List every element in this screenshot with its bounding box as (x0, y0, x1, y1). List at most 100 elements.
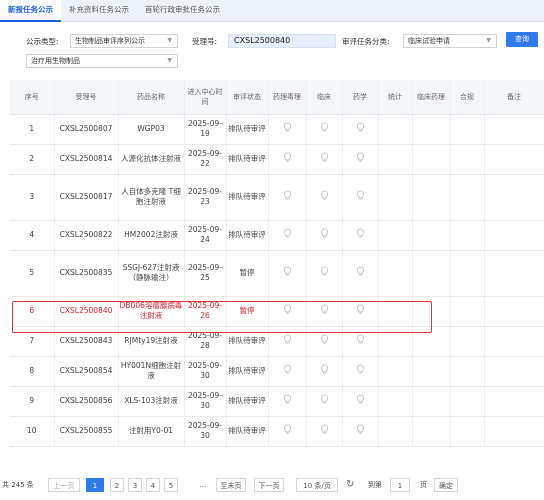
row-drug-name: HM2002注射液 (118, 220, 185, 251)
row-entry-time: 2025-09-30 (184, 386, 227, 417)
chevron-down-icon: ▼ (167, 57, 172, 64)
review-cell (342, 416, 379, 447)
lightbulb-icon[interactable] (283, 364, 292, 375)
lightbulb-icon[interactable] (320, 266, 329, 277)
lightbulb-icon[interactable] (320, 152, 329, 163)
lightbulb-icon[interactable] (356, 394, 365, 405)
page-2-button[interactable]: 2 (110, 478, 124, 492)
review-cell (268, 174, 307, 221)
goto-input[interactable]: 1 (390, 478, 410, 492)
lightbulb-icon[interactable] (356, 304, 365, 315)
row-drug-name: 人自体多克隆 T细胞注射液 (118, 174, 185, 221)
tab-first-round-tasks[interactable]: 首轮行政审批任务公示 (137, 0, 228, 22)
next-button[interactable]: 下一页 (254, 478, 284, 492)
review-cell (268, 296, 307, 327)
lightbulb-icon[interactable] (356, 228, 365, 239)
table-row[interactable]: 8 CXSL2500854 HY001N细胞注射液 2025-09-30 排队待审评 (10, 356, 544, 387)
task-select[interactable]: 临床试验申请 ▼ (403, 34, 497, 48)
empty-cell (450, 296, 485, 327)
lightbulb-icon[interactable] (320, 228, 329, 239)
lightbulb-icon[interactable] (356, 190, 365, 201)
row-status: 排队待审评 (226, 386, 269, 417)
confirm-button[interactable]: 确定 (434, 478, 458, 492)
row-no: 4 (10, 220, 55, 251)
review-cell (268, 114, 307, 145)
lightbulb-icon[interactable] (320, 122, 329, 133)
table-row[interactable]: 6 CXSL2500840 DB006溶瘤腺病毒注射液 2025-09-26 暂停 (10, 296, 544, 327)
review-cell (342, 174, 379, 221)
lightbulb-icon[interactable] (320, 394, 329, 405)
lightbulb-icon[interactable] (283, 424, 292, 435)
prev-button[interactable]: 上一页 (48, 478, 80, 492)
type-select[interactable]: 生物制品审评序列公示 ▼ (70, 34, 178, 48)
table-row[interactable]: 7 CXSL2500843 RJMty19注射液 2025-09-28 排队待审评 (10, 326, 544, 357)
lightbulb-icon[interactable] (320, 304, 329, 315)
empty-cell (378, 326, 413, 357)
empty-cell (484, 114, 544, 145)
lightbulb-icon[interactable] (283, 266, 292, 277)
lightbulb-icon[interactable] (356, 266, 365, 277)
empty-cell (484, 250, 544, 297)
table-row[interactable]: 5 CXSL2500835 SSGJ-627注射液（静脉输注） 2025-09-25 暂… (10, 250, 544, 297)
lightbulb-icon[interactable] (320, 424, 329, 435)
table-row[interactable]: 4 CXSL2500822 HM2002注射液 2025-09-24 排队待审评 (10, 220, 544, 251)
col-clinical-pharm: 临床药理 (412, 80, 451, 115)
row-accept-no: CXSL2500843 (54, 326, 119, 357)
col-pharm-tox: 药理毒理 (268, 80, 307, 115)
lightbulb-icon[interactable] (283, 304, 292, 315)
lightbulb-icon[interactable] (356, 334, 365, 345)
empty-cell (378, 114, 413, 145)
table-row[interactable]: 9 CXSL2500856 XLS-103注射液 2025-09-30 排队待审评 (10, 386, 544, 417)
last-page-button[interactable]: 至末页 (216, 478, 246, 492)
chevron-down-icon: ▼ (167, 37, 172, 44)
per-page-select[interactable]: 10 条/页 (296, 478, 338, 492)
row-accept-no: CXSL2500840 (54, 296, 119, 327)
review-cell (306, 250, 343, 297)
table-row[interactable]: 10 CXSL2500855 注射用Y0-01 2025-09-30 排队待审评 (10, 416, 544, 447)
lightbulb-icon[interactable] (283, 190, 292, 201)
row-entry-time: 2025-09-30 (184, 356, 227, 387)
page-5-button[interactable]: 5 (164, 478, 178, 492)
lightbulb-icon[interactable] (356, 424, 365, 435)
lightbulb-icon[interactable] (356, 364, 365, 375)
lightbulb-icon[interactable] (283, 394, 292, 405)
lightbulb-icon[interactable] (320, 364, 329, 375)
lightbulb-icon[interactable] (283, 228, 292, 239)
lightbulb-icon[interactable] (320, 190, 329, 201)
table-row[interactable]: 1 CXSL2500807 WGP03 2025-09-19 排队待审评 (10, 114, 544, 145)
empty-cell (378, 250, 413, 297)
empty-cell (484, 416, 544, 447)
lightbulb-icon[interactable] (320, 334, 329, 345)
accept-input[interactable]: CXSL2500840 (228, 34, 336, 48)
row-no: 7 (10, 326, 55, 357)
empty-cell (412, 220, 451, 251)
row-no: 8 (10, 356, 55, 387)
col-drug-name: 药品名称 (118, 80, 185, 115)
lightbulb-icon[interactable] (283, 122, 292, 133)
empty-cell (450, 174, 485, 221)
table-row[interactable]: 3 CXSL2500817 人自体多克隆 T细胞注射液 2025-09-23 排队待审评 (10, 174, 544, 221)
review-cell (306, 326, 343, 357)
page-3-button[interactable]: 3 (128, 478, 142, 492)
refresh-icon[interactable]: ↻ (346, 478, 356, 492)
page-4-button[interactable]: 4 (146, 478, 160, 492)
review-cell (342, 144, 379, 175)
chevron-down-icon: ▼ (486, 37, 491, 44)
search-button[interactable]: 查询 (506, 32, 538, 47)
lightbulb-icon[interactable] (283, 152, 292, 163)
lightbulb-icon[interactable] (283, 334, 292, 345)
row-status: 排队待审评 (226, 220, 269, 251)
task-select-value: 临床试验申请 (408, 37, 450, 45)
review-cell (268, 220, 307, 251)
row-accept-no: CXSL2500822 (54, 220, 119, 251)
lightbulb-icon[interactable] (356, 122, 365, 133)
row-drug-name: 注射用Y0-01 (118, 416, 185, 447)
row-drug-name: XLS-103注射液 (118, 386, 185, 417)
tab-new-tasks[interactable]: 新报任务公示 (0, 0, 61, 22)
page-1-button[interactable]: 1 (86, 478, 104, 492)
lightbulb-icon[interactable] (356, 152, 365, 163)
tab-supplement-tasks[interactable]: 补充资料任务公示 (61, 0, 137, 22)
table-row[interactable]: 2 CXSL2500814 人源化抗体注射液 2025-09-22 排队待审评 (10, 144, 544, 175)
category-select[interactable]: 治疗用生物制品 ▼ (26, 54, 178, 68)
total-count: 共 245 条 (2, 481, 34, 489)
